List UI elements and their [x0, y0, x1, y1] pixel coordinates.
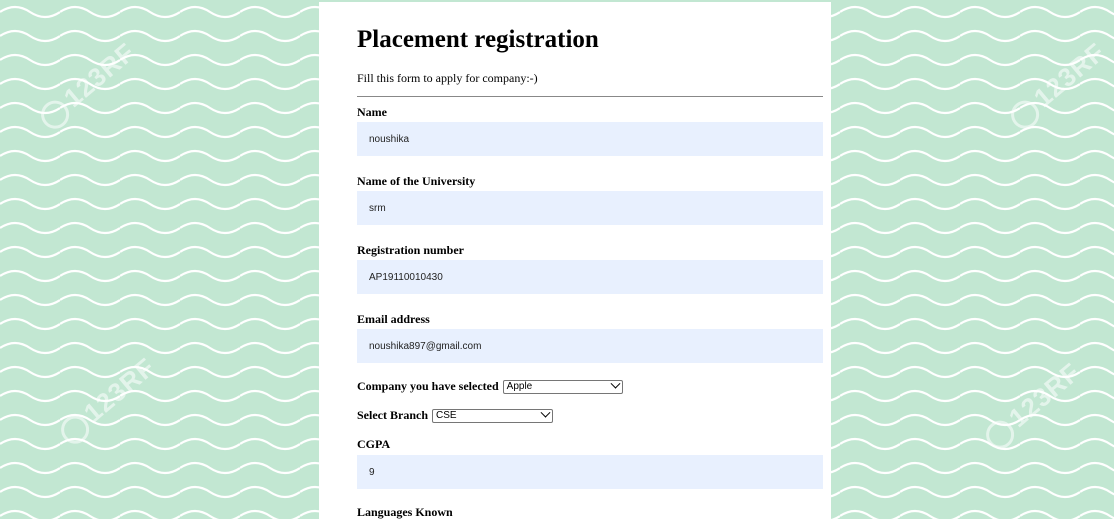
company-select[interactable]: Apple: [502, 378, 623, 394]
branch-select-value: CSE: [436, 410, 457, 421]
branch-select[interactable]: CSE: [432, 407, 553, 423]
registration-number-input[interactable]: [357, 260, 823, 294]
registration-form: Placement registration Fill this form to…: [319, 2, 831, 519]
name-label: Name: [357, 105, 387, 119]
company-label: Company you have selected: [357, 379, 499, 393]
university-input[interactable]: [357, 191, 823, 225]
university-label: Name of the University: [357, 174, 476, 188]
cgpa-label: CGPA: [357, 437, 391, 451]
form-intro: Fill this form to apply for company:-): [357, 71, 538, 85]
name-input[interactable]: [357, 122, 823, 156]
company-select-value: Apple: [506, 381, 533, 392]
chevron-down-icon: [540, 407, 551, 418]
branch-label: Select Branch: [357, 408, 428, 422]
registration-number-label: Registration number: [357, 243, 464, 257]
company-row: Company you have selected Apple: [357, 378, 623, 394]
chevron-down-icon: [610, 378, 621, 389]
email-input[interactable]: [357, 329, 823, 363]
divider: [357, 96, 823, 97]
cgpa-input[interactable]: [357, 455, 823, 489]
email-label: Email address: [357, 312, 430, 326]
branch-row: Select Branch CSE: [357, 407, 553, 423]
page-title: Placement registration: [357, 26, 599, 53]
languages-label: Languages Known: [357, 505, 453, 519]
